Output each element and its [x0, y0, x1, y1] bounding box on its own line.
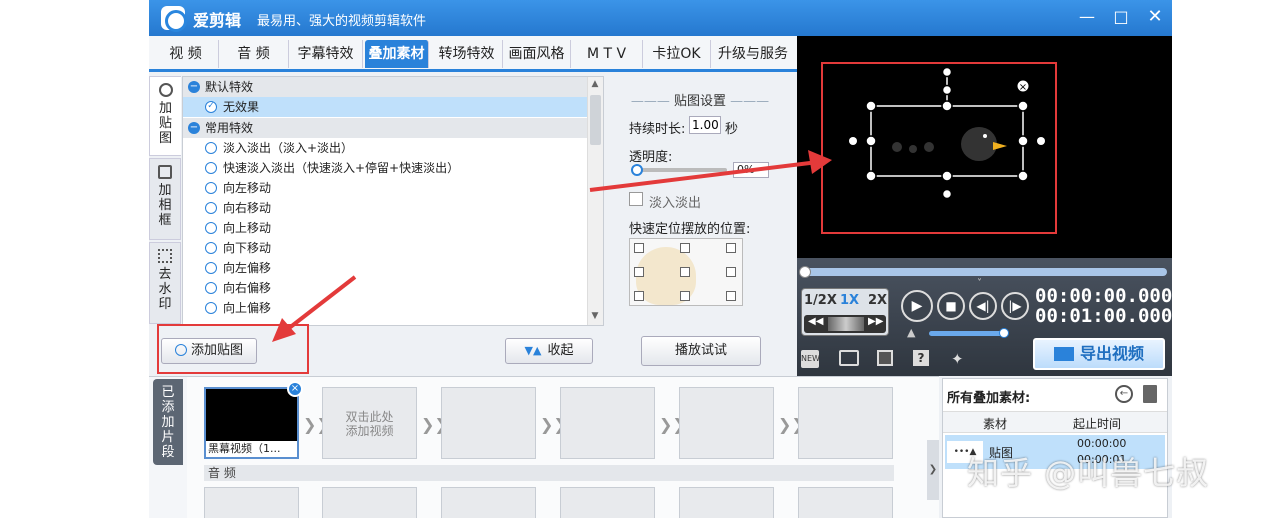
arrow-to-add-sticker — [282, 275, 357, 334]
arrow-to-preview — [589, 160, 819, 192]
arrow-to-preview-head — [808, 150, 832, 174]
annotation-arrows — [272, 150, 832, 342]
watermark-text: 知乎 @叫兽七叔 — [967, 454, 1210, 492]
arrow-to-add-sticker-head — [272, 318, 296, 342]
